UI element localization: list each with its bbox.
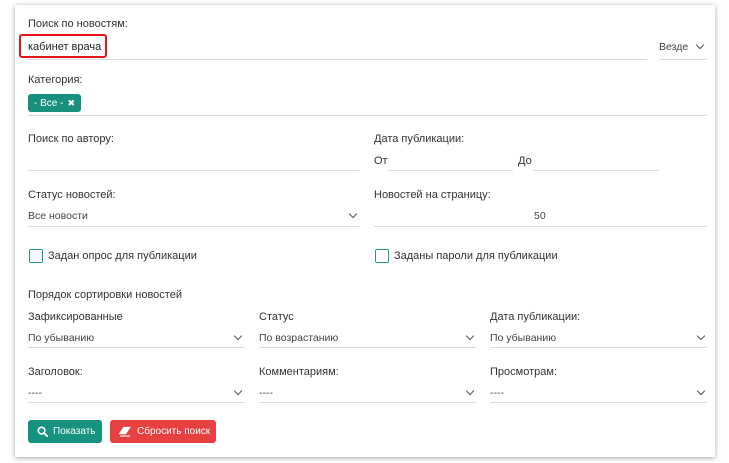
search-input-highlight xyxy=(19,34,107,58)
sort-select-status[interactable]: По возрастанию xyxy=(259,329,476,348)
pubdate-from-input[interactable] xyxy=(388,152,513,171)
chevron-down-icon xyxy=(465,386,475,396)
per-page-value: 50 xyxy=(534,210,546,222)
sort-label-comments: Комментариям: xyxy=(259,366,339,378)
per-page-input[interactable]: 50 xyxy=(374,208,707,227)
chevron-down-icon xyxy=(695,40,705,50)
poll-checkbox[interactable] xyxy=(29,249,43,263)
sort-select-title[interactable]: ---- xyxy=(28,384,245,403)
category-label: Категория: xyxy=(28,74,83,86)
sort-value-title: ---- xyxy=(28,387,42,399)
category-underline xyxy=(28,115,707,116)
sort-label-date: Дата публикации: xyxy=(490,311,581,323)
per-page-label: Новостей на страницу: xyxy=(374,189,491,201)
chevron-down-icon xyxy=(696,386,706,396)
sort-value-pinned: По убыванию xyxy=(28,332,95,344)
pubdate-from-label: От xyxy=(374,155,388,167)
search-label: Поиск по новостям: xyxy=(28,18,128,30)
show-button[interactable]: Показать xyxy=(28,420,102,443)
status-select[interactable]: Все новости xyxy=(28,208,359,227)
author-label: Поиск по автору: xyxy=(28,133,114,145)
sort-value-status: По возрастанию xyxy=(259,332,339,344)
search-scope-value: Везде xyxy=(659,41,689,53)
chevron-down-icon xyxy=(465,331,475,341)
chevron-down-icon xyxy=(696,331,706,341)
pubdate-label: Дата публикации: xyxy=(374,133,465,145)
pubdate-to-input[interactable] xyxy=(533,152,659,171)
reset-search-button-label: Сбросить поиск xyxy=(137,426,211,437)
sort-select-pinned[interactable]: По убыванию xyxy=(28,329,245,348)
show-button-label: Показать xyxy=(53,426,96,437)
search-input-underline xyxy=(28,59,647,60)
sort-value-views: ---- xyxy=(490,387,504,399)
search-icon xyxy=(37,426,48,437)
reset-search-button[interactable]: Сбросить поиск xyxy=(110,420,216,443)
search-panel: Поиск по новостям: кабинет врача Везде К… xyxy=(15,5,715,457)
status-value: Все новости xyxy=(28,210,88,222)
eraser-icon xyxy=(119,426,132,437)
sort-value-comments: ---- xyxy=(259,387,273,399)
sort-value-date: По убыванию xyxy=(490,332,557,344)
pubdate-to-label: До xyxy=(518,155,532,167)
close-icon[interactable]: ✖ xyxy=(67,98,75,109)
sort-label-views: Просмотрам: xyxy=(490,366,557,378)
chevron-down-icon xyxy=(233,331,243,341)
category-tag-label: - Все - xyxy=(34,97,64,109)
passwords-checkbox-label: Заданы пароли для публикации xyxy=(394,250,558,262)
passwords-checkbox[interactable] xyxy=(375,249,389,263)
sort-label-status: Статус xyxy=(259,311,294,323)
chevron-down-icon xyxy=(348,209,358,219)
sort-label-title: Заголовок: xyxy=(28,366,83,378)
search-scope-underline xyxy=(659,59,707,60)
sort-label-pinned: Зафиксированные xyxy=(28,311,123,323)
author-input[interactable] xyxy=(28,152,359,171)
poll-checkbox-label: Задан опрос для публикации xyxy=(48,250,197,262)
sort-select-views[interactable]: ---- xyxy=(490,384,707,403)
status-label: Статус новостей: xyxy=(28,189,116,201)
chevron-down-icon xyxy=(233,386,243,396)
search-scope-select[interactable]: Везде xyxy=(659,39,707,59)
sorting-title: Порядок сортировки новостей xyxy=(28,289,182,301)
sort-select-date[interactable]: По убыванию xyxy=(490,329,707,348)
category-tag[interactable]: - Все - ✖ xyxy=(28,94,81,112)
sort-select-comments[interactable]: ---- xyxy=(259,384,476,403)
